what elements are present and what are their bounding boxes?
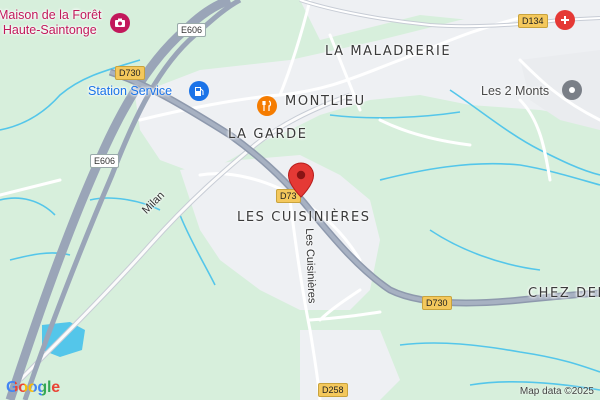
shield-d730-top: D730 [115,66,145,80]
landmark-icon[interactable] [562,80,582,100]
google-logo: Google [6,379,60,397]
place-chez-den: CHEZ DEN [528,286,600,301]
shield-e606-top: E606 [177,23,207,37]
place-montlieu: MONTLIEU [285,94,366,109]
map-canvas[interactable]: Maison de la Forêt Haute-Saintonge Stati… [0,0,600,400]
poi-maison-line1: Maison de la Forêt [0,8,102,22]
restaurant-icon[interactable] [257,96,277,116]
shield-d134: D134 [518,14,548,28]
place-la-garde: LA GARDE [228,127,308,142]
shield-d730-right: D730 [422,296,452,310]
logo-text: Google [6,379,60,396]
map-pin-marker[interactable] [287,162,315,198]
shield-d258: D258 [318,383,348,397]
poi-station-service[interactable]: Station Service [88,84,172,98]
poi-les-2-monts[interactable]: Les 2 Monts [481,84,549,98]
shield-e606-left: E606 [90,154,120,168]
poi-maison-foret[interactable]: Maison de la Forêt Haute-Saintonge [0,8,102,38]
road-label-les-cuisinieres: Les Cuisinières [303,228,318,304]
fuel-icon[interactable] [189,81,209,101]
place-les-cuisinieres: LES CUISINIÈRES [237,210,371,225]
camera-icon[interactable] [110,13,130,33]
place-la-maladrerie: LA MALADRERIE [325,44,452,59]
hospital-icon[interactable] [555,10,575,30]
poi-maison-line2: Haute-Saintonge [2,23,97,37]
map-attribution: Map data ©2025 [519,386,594,397]
map-pin-icon [287,162,315,198]
